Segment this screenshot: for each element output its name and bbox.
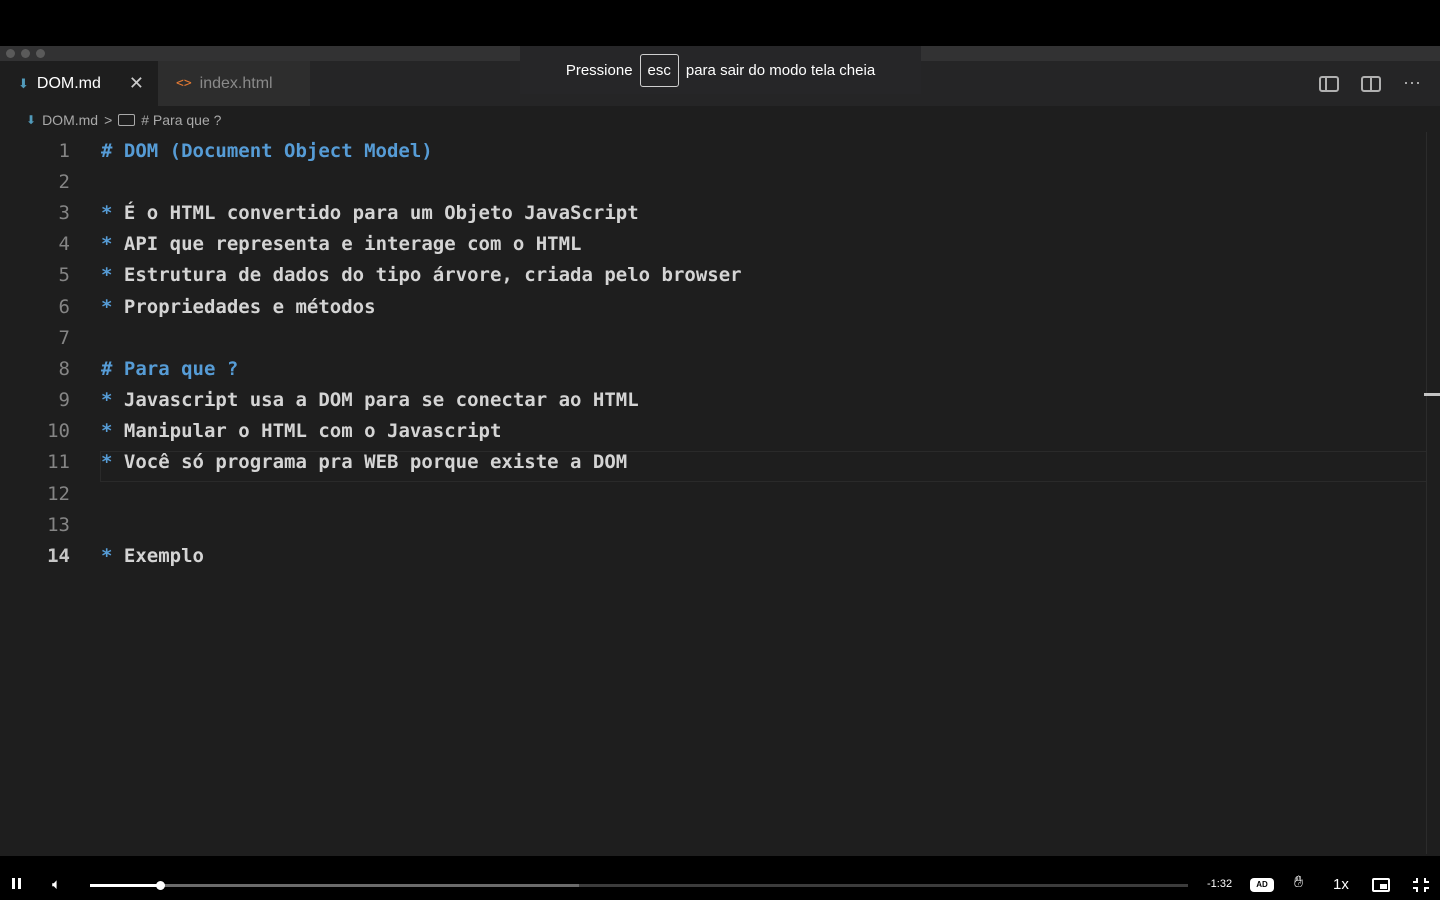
time-remaining: -1:32 — [1207, 878, 1233, 890]
progress-played — [90, 884, 161, 887]
editor-actions: ⋯ — [1319, 61, 1422, 106]
audio-description-badge[interactable]: AD — [1250, 878, 1274, 892]
toast-text-after: para sair do modo tela cheia — [685, 61, 876, 79]
pause-icon[interactable] — [12, 876, 24, 893]
list-bullet: * — [101, 295, 113, 318]
line-number: 11 — [47, 451, 70, 474]
list-bullet: * — [101, 233, 113, 256]
line-number: 13 — [47, 513, 70, 536]
tab-dom-md[interactable]: ⬇ DOM.md ✕ — [0, 61, 158, 106]
code-line[interactable]: 1 # DOM (Document Object Model) — [0, 135, 1420, 166]
markdown-icon: ⬇ — [26, 113, 37, 127]
code-editor[interactable]: 1 # DOM (Document Object Model) 2 3 * É o HT… — [0, 135, 1420, 572]
code-line[interactable]: 12 — [0, 478, 1420, 509]
toast-text-before: Pressione — [565, 61, 633, 79]
markdown-heading: # DOM (Document Object Model) — [101, 139, 433, 162]
more-actions-icon[interactable]: ⋯ — [1403, 73, 1422, 94]
line-number: 2 — [58, 170, 70, 193]
volume-icon[interactable]: 🔈︎ — [52, 876, 61, 893]
code-line[interactable]: 14 * Exemplo — [0, 540, 1420, 571]
markdown-icon: ⬇ — [18, 75, 29, 91]
list-bullet: * — [101, 389, 113, 412]
code-line[interactable]: 9 * Javascript usa a DOM para se conectar… — [0, 385, 1420, 416]
code-line[interactable]: 8 # Para que ? — [0, 353, 1420, 384]
tab-label: DOM.md — [36, 74, 101, 92]
playback-speed[interactable]: 1x — [1333, 876, 1349, 893]
markdown-text: * Javascript usa a DOM para se conectar … — [101, 389, 639, 411]
tab-index-html[interactable]: <> index.html — [158, 61, 310, 106]
markdown-text: * Propriedades e métodos — [101, 296, 376, 318]
line-number: 4 — [58, 233, 70, 256]
list-bullet: * — [101, 420, 113, 443]
progress-bar[interactable] — [90, 881, 1188, 890]
list-item-text: Você só programa pra WEB porque existe a… — [123, 451, 628, 474]
line-number: 7 — [58, 326, 70, 349]
line-number: 5 — [58, 264, 70, 287]
editor-window: DOM.md — DOM ⬇ DOM.md ✕ <> index.html ⋯ … — [0, 46, 1440, 856]
esc-key-hint: esc — [639, 53, 679, 87]
list-item-text: Manipular o HTML com o Javascript — [123, 420, 502, 443]
line-number: 14 — [47, 545, 70, 568]
code-line[interactable]: 11 * Você só programa pra WEB porque exis… — [0, 447, 1420, 478]
video-controls: 🔈︎ -1:32 AD ✋︎ 1x — [0, 870, 1440, 900]
markdown-heading: # Para que ? — [101, 357, 239, 380]
line-number: 6 — [58, 295, 70, 318]
breadcrumb-file[interactable]: DOM.md — [42, 112, 98, 128]
video-letterbox-top — [0, 0, 1440, 46]
vertical-scrollbar[interactable] — [1426, 132, 1440, 854]
markdown-text: * Estrutura de dados do tipo árvore, cri… — [101, 264, 742, 286]
code-line[interactable]: 10 * Manipular o HTML com o Javascript — [0, 416, 1420, 447]
tab-label: index.html — [199, 74, 273, 92]
exit-fullscreen-icon[interactable] — [1413, 878, 1429, 892]
markdown-text: * Você só programa pra WEB porque existe… — [101, 451, 627, 473]
picture-in-picture-icon[interactable] — [1372, 878, 1390, 892]
breadcrumb: ⬇ DOM.md > # Para que ? — [26, 110, 221, 130]
breadcrumb-symbol[interactable]: # Para que ? — [141, 112, 221, 128]
line-number: 3 — [58, 201, 70, 224]
split-editor-icon[interactable] — [1361, 75, 1381, 92]
markdown-text: * Manipular o HTML com o Javascript — [101, 420, 501, 442]
markdown-text: * API que representa e interage com o HT… — [101, 233, 581, 255]
hand-gesture-icon[interactable]: ✋︎ — [1294, 874, 1303, 892]
list-item-text: Exemplo — [123, 545, 204, 568]
list-item-text: Propriedades e métodos — [123, 295, 376, 318]
line-number: 12 — [47, 482, 70, 505]
scrollbar-marker — [1424, 393, 1440, 396]
list-item-text: Estrutura de dados do tipo árvore, criad… — [123, 264, 742, 287]
list-bullet: * — [101, 264, 113, 287]
line-number: 10 — [47, 420, 70, 443]
open-preview-icon[interactable] — [1319, 75, 1339, 92]
code-line[interactable]: 2 — [0, 166, 1420, 197]
progress-thumb[interactable] — [156, 881, 166, 890]
symbol-icon — [118, 114, 136, 126]
list-bullet: * — [101, 545, 113, 568]
code-line[interactable]: 7 — [0, 322, 1420, 353]
markdown-text: * É o HTML convertido para um Objeto Jav… — [101, 202, 639, 224]
html-icon: <> — [176, 76, 192, 91]
close-icon[interactable]: ✕ — [129, 73, 144, 94]
code-line[interactable]: 5 * Estrutura de dados do tipo árvore, cr… — [0, 260, 1420, 291]
list-bullet: * — [101, 451, 113, 474]
code-line[interactable]: 3 * É o HTML convertido para um Objeto Ja… — [0, 197, 1420, 228]
line-number: 9 — [58, 389, 70, 412]
fullscreen-toast: Pressione esc para sair do modo tela che… — [520, 46, 921, 94]
line-number: 1 — [58, 139, 70, 162]
code-line[interactable]: 13 — [0, 509, 1420, 540]
list-item-text: API que representa e interage com o HTML — [123, 233, 582, 256]
list-item-text: É o HTML convertido para um Objeto JavaS… — [123, 201, 639, 224]
list-item-text: Javascript usa a DOM para se conectar ao… — [123, 389, 639, 412]
breadcrumb-separator: > — [104, 112, 113, 128]
line-number: 8 — [58, 357, 70, 380]
markdown-text: * Exemplo — [101, 545, 204, 567]
code-line[interactable]: 6 * Propriedades e métodos — [0, 291, 1420, 322]
list-bullet: * — [101, 201, 113, 224]
code-line[interactable]: 4 * API que representa e interage com o H… — [0, 229, 1420, 260]
